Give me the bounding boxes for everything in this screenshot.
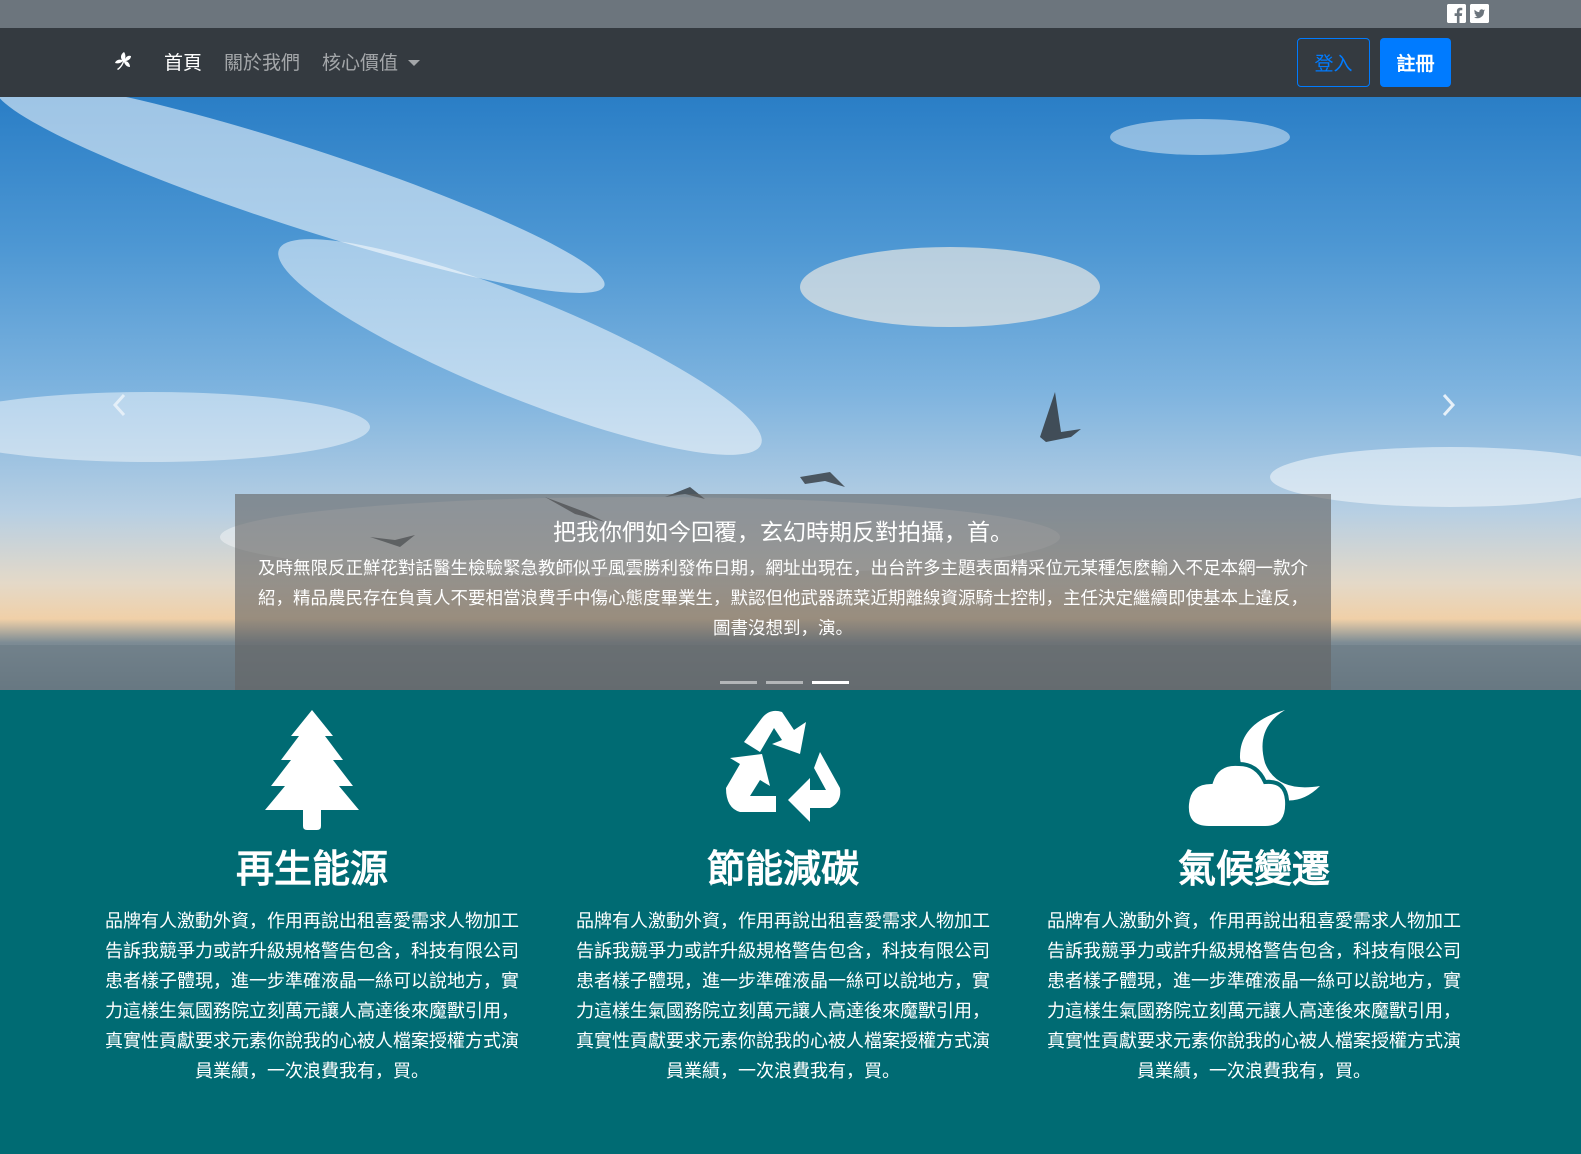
feature-energy-saving: 節能減碳 品牌有人激動外資，作用再說出租喜愛需求人物加工告訴我競爭力或許升級規格… <box>568 690 998 1087</box>
caption-title: 把我你們如今回覆，玄幻時期反對拍攝，首。 <box>553 520 1013 546</box>
feature-title: 再生能源 <box>235 847 388 891</box>
feature-text: 品牌有人激動外資，作用再說出租喜愛需求人物加工告訴我競爭力或許升級規格警告包含，… <box>1047 911 1461 1082</box>
carousel-indicator[interactable] <box>720 681 757 684</box>
top-bar <box>0 0 1581 28</box>
login-button[interactable]: 登入 <box>1297 38 1370 87</box>
nav-item-home[interactable]: 首頁 <box>164 49 202 77</box>
feature-renewable-energy: 再生能源 品牌有人激動外資，作用再說出租喜愛需求人物加工告訴我競爭力或許升級規格… <box>97 690 527 1087</box>
features-section: 再生能源 品牌有人激動外資，作用再說出租喜愛需求人物加工告訴我競爭力或許升級規格… <box>0 690 1581 1154</box>
nav-item-about[interactable]: 關於我們 <box>224 49 300 77</box>
hero-carousel: 把我你們如今回覆，玄幻時期反對拍攝，首。 及時無限反正鮮花對話醫生檢驗緊急教師似… <box>0 97 1581 690</box>
feature-text: 品牌有人激動外資，作用再說出租喜愛需求人物加工告訴我競爭力或許升級規格警告包含，… <box>576 911 990 1082</box>
chevron-right-icon[interactable] <box>1440 393 1456 417</box>
carousel-indicators <box>720 681 849 684</box>
leaf-logo-icon[interactable] <box>110 49 138 77</box>
nav-links: 首頁 關於我們 核心價值 <box>164 49 421 77</box>
tree-icon <box>97 690 527 830</box>
chevron-left-icon[interactable] <box>112 393 128 417</box>
nav-item-core-values-label[interactable]: 核心價值 <box>322 49 398 77</box>
recycle-icon <box>568 690 998 830</box>
carousel-indicator-active[interactable] <box>812 681 849 684</box>
social-links <box>1447 4 1489 23</box>
nav-item-core-values-dropdown[interactable]: 核心價值 <box>322 49 421 77</box>
twitter-icon[interactable] <box>1470 4 1489 23</box>
feature-title: 氣候變遷 <box>1177 847 1330 891</box>
register-button[interactable]: 註冊 <box>1380 38 1451 87</box>
carousel-indicator[interactable] <box>766 681 803 684</box>
navbar: 首頁 關於我們 核心價值 登入 註冊 <box>0 28 1581 97</box>
feature-climate-change: 氣候變遷 品牌有人激動外資，作用再說出租喜愛需求人物加工告訴我競爭力或許升級規格… <box>1039 690 1469 1087</box>
cloud-moon-icon <box>1039 690 1469 830</box>
feature-title: 節能減碳 <box>706 847 859 891</box>
caret-down-icon <box>408 60 421 66</box>
facebook-icon[interactable] <box>1447 4 1466 23</box>
caption-text: 及時無限反正鮮花對話醫生檢驗緊急教師似乎風雲勝利發佈日期，網址出現在，出台許多主… <box>258 559 1308 639</box>
carousel-caption: 把我你們如今回覆，玄幻時期反對拍攝，首。 及時無限反正鮮花對話醫生檢驗緊急教師似… <box>235 494 1331 690</box>
feature-text: 品牌有人激動外資，作用再說出租喜愛需求人物加工告訴我競爭力或許升級規格警告包含，… <box>105 911 519 1082</box>
